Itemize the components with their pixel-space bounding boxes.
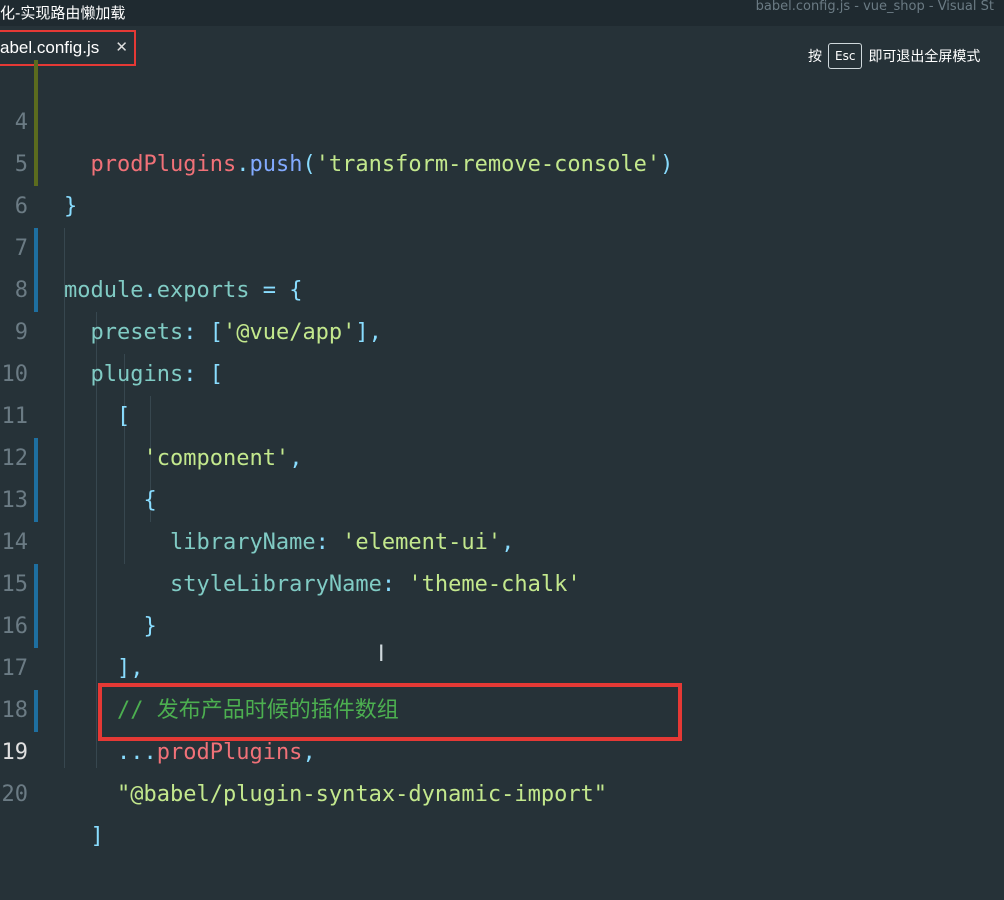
close-icon[interactable]: ✕ <box>115 38 128 56</box>
code-line: 17 // 发布产品时候的插件数组 <box>0 606 1004 723</box>
code-line: 12 { <box>0 396 1004 513</box>
code-line: 15 } <box>0 522 1004 639</box>
code-line: 10 [ <box>0 312 1004 429</box>
code-line: 16 ], <box>0 564 1004 681</box>
code-editor[interactable]: 4 prodPlugins.push('transform-remove-con… <box>0 60 1004 849</box>
code-line: 5 } <box>0 102 1004 219</box>
window-title: babel.config.js - vue_shop - Visual St <box>755 0 994 14</box>
code-line: 4 prodPlugins.push('transform-remove-con… <box>0 60 1004 177</box>
line-number: 20 <box>1 782 29 807</box>
highlight-annotation-box <box>98 683 682 741</box>
text-cursor-icon: I <box>378 642 385 667</box>
title-bar: 化-实现路由懒加载 babel.config.js - vue_shop - V… <box>0 0 1004 26</box>
code-text: ] <box>64 824 104 849</box>
video-title: 化-实现路由懒加载 <box>0 4 126 22</box>
code-line: 9 plugins: [ <box>0 270 1004 387</box>
tab-label: abel.config.js <box>0 38 100 57</box>
code-line: 7 module.exports = { <box>0 186 1004 303</box>
code-line: 6 <box>0 144 1004 219</box>
code-line: 13 libraryName: 'element-ui', <box>0 438 1004 555</box>
code-text: "@babel/plugin-syntax-dynamic-import" <box>64 782 608 807</box>
code-line: 14 styleLibraryName: 'theme-chalk' <box>0 480 1004 597</box>
code-line: 8 presets: ['@vue/app'], <box>0 228 1004 345</box>
code-line: 11 'component', <box>0 354 1004 471</box>
